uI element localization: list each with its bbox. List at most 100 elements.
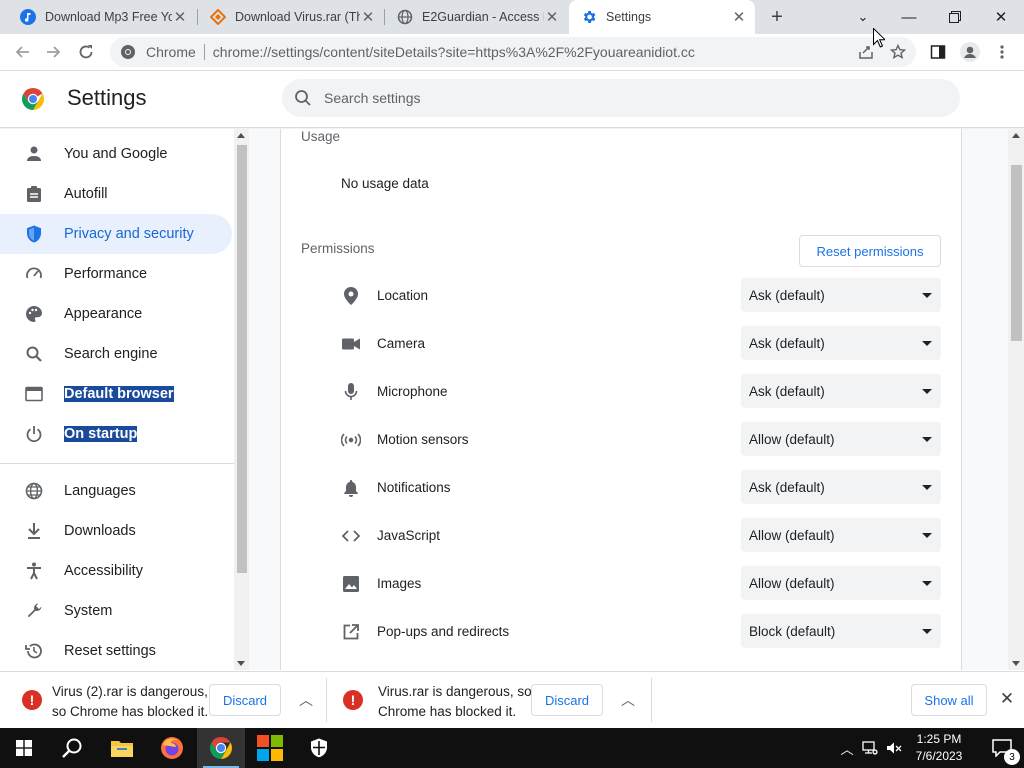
permission-select[interactable]: Allow (default) bbox=[741, 566, 941, 600]
download-icon bbox=[24, 521, 44, 541]
close-tab-icon[interactable]: ✕ bbox=[360, 9, 376, 26]
notification-center-button[interactable]: 3 bbox=[982, 728, 1022, 768]
chrome-taskbar-button[interactable] bbox=[197, 728, 245, 768]
tab-download-mp3[interactable]: Download Mp3 Free Yo ✕ bbox=[8, 0, 196, 34]
permission-label: Notifications bbox=[377, 480, 451, 495]
permission-row-notifications: Notifications Ask (default) bbox=[281, 466, 961, 514]
settings-search[interactable] bbox=[282, 79, 960, 117]
usage-value: No usage data bbox=[341, 176, 429, 191]
scrollbar-thumb[interactable] bbox=[1011, 165, 1022, 341]
download-shelf: ! Virus (2).rar is dangerous, so Chrome … bbox=[0, 671, 1024, 728]
security-app-button[interactable] bbox=[295, 728, 343, 768]
sidebar-item-autofill[interactable]: Autofill bbox=[0, 174, 232, 214]
permission-select[interactable]: Ask (default) bbox=[741, 326, 941, 360]
profile-button[interactable] bbox=[956, 38, 984, 66]
chevron-up-icon[interactable]: ︿ bbox=[616, 688, 640, 712]
maximize-button[interactable] bbox=[932, 0, 978, 34]
sidebar-item-privacy-and-security[interactable]: Privacy and security bbox=[0, 214, 232, 254]
camera-icon bbox=[341, 334, 361, 354]
location-pin-icon bbox=[341, 286, 361, 306]
permission-label: Motion sensors bbox=[377, 432, 469, 447]
forward-button[interactable] bbox=[40, 38, 68, 66]
scroll-down-arrow[interactable] bbox=[237, 661, 245, 666]
close-tab-icon[interactable]: ✕ bbox=[731, 9, 747, 26]
danger-icon: ! bbox=[22, 690, 42, 710]
discard-button[interactable]: Discard bbox=[209, 684, 281, 716]
firefox-button[interactable] bbox=[148, 728, 196, 768]
sidebar-item-languages[interactable]: Languages bbox=[0, 471, 232, 511]
wrench-icon bbox=[24, 601, 44, 621]
show-all-button[interactable]: Show all bbox=[911, 684, 987, 716]
sidebar-item-accessibility[interactable]: Accessibility bbox=[0, 551, 232, 591]
reload-button[interactable] bbox=[72, 38, 100, 66]
permission-select[interactable]: Allow (default) bbox=[741, 518, 941, 552]
sidebar-divider bbox=[0, 463, 234, 464]
permission-select[interactable]: Ask (default) bbox=[741, 278, 941, 312]
tab-strip: Download Mp3 Free Yo ✕ Download Virus.ra… bbox=[0, 0, 1024, 34]
sidebar-item-on-startup[interactable]: On startup bbox=[0, 414, 232, 454]
permission-select[interactable]: Ask (default) bbox=[741, 470, 941, 504]
chevron-up-icon[interactable]: ︿ bbox=[838, 728, 856, 768]
close-window-button[interactable]: ✕ bbox=[978, 0, 1024, 34]
folder-icon bbox=[111, 741, 133, 757]
scroll-up-arrow[interactable] bbox=[237, 133, 245, 138]
sidebar-item-reset-settings[interactable]: Reset settings bbox=[0, 631, 232, 670]
close-icon[interactable]: ✕ bbox=[996, 688, 1018, 710]
download-item[interactable]: ! Virus (2).rar is dangerous, so Chrome … bbox=[0, 672, 326, 729]
permission-select[interactable]: Allow (default) bbox=[741, 422, 941, 456]
browser-window-icon bbox=[24, 384, 44, 404]
page-title: Settings bbox=[67, 85, 147, 110]
sidebar-item-search-engine[interactable]: Search engine bbox=[0, 334, 232, 374]
download-message: Virus.rar is dangerous, so Chrome has bl… bbox=[378, 684, 532, 719]
mouse-cursor-icon bbox=[873, 28, 885, 48]
sidebar-scrollbar[interactable] bbox=[234, 129, 249, 670]
reset-permissions-button[interactable]: Reset permissions bbox=[799, 235, 941, 267]
system-clock[interactable]: 1:25 PM 7/6/2023 bbox=[904, 731, 974, 765]
usage-heading: Usage bbox=[301, 129, 341, 144]
app-tiles-button[interactable] bbox=[246, 728, 294, 768]
permission-value: Allow (default) bbox=[749, 431, 835, 447]
close-tab-icon[interactable]: ✕ bbox=[544, 9, 560, 26]
discard-button[interactable]: Discard bbox=[531, 684, 603, 716]
tab-download-virus[interactable]: Download Virus.rar (Th ✕ bbox=[198, 0, 384, 34]
scroll-down-arrow[interactable] bbox=[1012, 661, 1020, 666]
sidebar-item-downloads[interactable]: Downloads bbox=[0, 511, 232, 551]
permission-row-motion-sensors: Motion sensors Allow (default) bbox=[281, 418, 961, 466]
sidebar-item-system[interactable]: System bbox=[0, 591, 232, 631]
network-icon[interactable] bbox=[860, 728, 880, 768]
taskbar-search-button[interactable] bbox=[48, 728, 96, 768]
chevron-up-icon[interactable]: ︿ bbox=[294, 688, 318, 712]
avatar-icon bbox=[960, 42, 980, 62]
main-scrollbar[interactable] bbox=[1008, 129, 1024, 670]
sidebar-item-default-browser[interactable]: Default browser bbox=[0, 374, 232, 414]
start-button[interactable] bbox=[0, 728, 48, 768]
dropdown-arrow-icon bbox=[922, 436, 932, 442]
sidebar-item-you-and-google[interactable]: You and Google bbox=[0, 134, 232, 174]
side-panel-button[interactable] bbox=[924, 38, 952, 66]
search-icon bbox=[295, 90, 311, 106]
chrome-site-icon bbox=[121, 45, 135, 59]
address-bar[interactable]: Chrome chrome://settings/content/siteDet… bbox=[110, 37, 916, 67]
search-input[interactable] bbox=[324, 90, 904, 106]
sidebar-item-performance[interactable]: Performance bbox=[0, 254, 232, 294]
address-url[interactable]: chrome://settings/content/siteDetails?si… bbox=[213, 44, 695, 60]
minimize-button[interactable]: — bbox=[886, 0, 932, 34]
bookmark-button[interactable] bbox=[884, 38, 912, 66]
tab-settings[interactable]: Settings ✕ bbox=[569, 0, 755, 34]
permission-select[interactable]: Block (default) bbox=[741, 614, 941, 648]
file-explorer-button[interactable] bbox=[98, 728, 146, 768]
new-tab-button[interactable]: + bbox=[764, 4, 790, 30]
music-note-icon bbox=[20, 9, 36, 25]
scrollbar-thumb[interactable] bbox=[237, 145, 247, 573]
tab-e2guardian[interactable]: E2Guardian - Access D ✕ bbox=[385, 0, 568, 34]
scroll-up-arrow[interactable] bbox=[1012, 133, 1020, 138]
menu-button[interactable] bbox=[988, 38, 1016, 66]
download-item[interactable]: ! Virus.rar is dangerous, so Chrome has … bbox=[327, 672, 651, 729]
volume-muted-icon[interactable] bbox=[884, 728, 904, 768]
close-tab-icon[interactable]: ✕ bbox=[172, 9, 188, 26]
back-button[interactable] bbox=[8, 38, 36, 66]
palette-icon bbox=[24, 304, 44, 324]
sidebar-item-appearance[interactable]: Appearance bbox=[0, 294, 232, 334]
permission-select[interactable]: Ask (default) bbox=[741, 374, 941, 408]
restore-icon bbox=[949, 11, 961, 23]
